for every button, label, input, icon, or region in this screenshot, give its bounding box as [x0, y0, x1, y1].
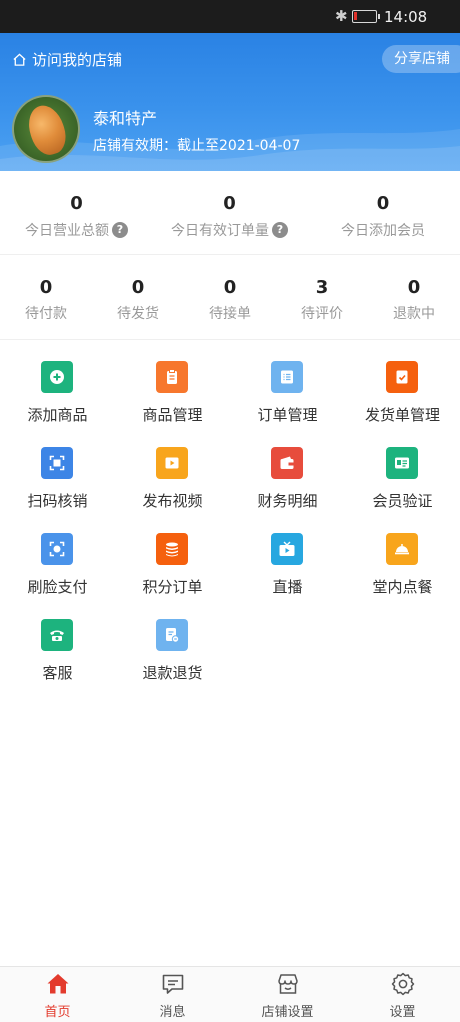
feature-customer-service[interactable]: 客服	[0, 613, 115, 693]
refund-doc-icon	[156, 619, 188, 651]
stat-value: 0	[70, 193, 83, 214]
stat-label: 待接单	[209, 306, 251, 322]
tab-home[interactable]: 首页	[0, 967, 115, 1022]
stat-label: 待付款	[25, 306, 67, 322]
stat-pending-payment[interactable]: 0 待付款	[0, 255, 92, 323]
feature-order-management[interactable]: 订单管理	[230, 355, 345, 435]
feature-label: 财务明细	[257, 492, 318, 510]
plus-circle-icon	[41, 361, 73, 393]
stat-label: 退款中	[393, 306, 435, 322]
feature-label: 堂内点餐	[372, 578, 433, 596]
coin-stack-icon	[156, 533, 188, 565]
tab-messages[interactable]: 消息	[115, 967, 230, 1022]
tab-label: 首页	[44, 1005, 71, 1020]
shop-avatar[interactable]	[12, 95, 80, 163]
list-icon	[271, 361, 303, 393]
stat-value: 0	[376, 193, 390, 214]
stat-today-revenue[interactable]: 0 今日营业总额?	[0, 171, 153, 240]
feature-label: 退款退货	[142, 664, 203, 682]
feature-label: 刷脸支付	[27, 578, 88, 596]
visit-shop-label: 访问我的店铺	[32, 51, 123, 69]
feature-label: 商品管理	[142, 406, 203, 424]
feature-label: 会员验证	[372, 492, 433, 510]
feature-label: 扫码核销	[27, 492, 88, 510]
stat-label: 今日添加会员	[341, 223, 425, 239]
feature-product-management[interactable]: 商品管理	[115, 355, 230, 435]
feature-label: 添加商品	[27, 406, 88, 424]
stat-pending-shipment[interactable]: 0 待发货	[92, 255, 184, 323]
stat-value: 0	[39, 277, 53, 298]
feature-dine-in-order[interactable]: 堂内点餐	[345, 527, 460, 607]
stat-value: 0	[223, 193, 236, 214]
help-icon[interactable]: ?	[272, 222, 288, 238]
feature-live-stream[interactable]: 直播	[230, 527, 345, 607]
feature-shipping-management[interactable]: 发货单管理	[345, 355, 460, 435]
stat-label: 今日营业总额	[25, 223, 109, 239]
stat-value: 0	[131, 277, 145, 298]
tab-settings[interactable]: 设置	[345, 967, 460, 1022]
status-time: 14:08	[384, 8, 428, 26]
tv-icon	[271, 533, 303, 565]
stat-pending-review[interactable]: 3 待评价	[276, 255, 368, 323]
order-stats: 0 待付款 0 待发货 0 待接单 3 待评价 0 退款中	[0, 255, 460, 340]
feature-label: 直播	[272, 578, 303, 596]
stat-refunding[interactable]: 0 退款中	[368, 255, 460, 323]
shop-name: 泰和特产	[93, 109, 158, 128]
gear-icon	[391, 972, 415, 996]
feature-member-verify[interactable]: 会员验证	[345, 441, 460, 521]
feature-refund-return[interactable]: 退款退货	[115, 613, 230, 693]
message-icon	[162, 974, 184, 994]
feature-face-pay[interactable]: 刷脸支付	[0, 527, 115, 607]
help-icon[interactable]: ?	[112, 222, 128, 238]
face-scan-icon	[41, 533, 73, 565]
battery-icon	[352, 10, 380, 23]
feature-label: 发布视频	[142, 492, 203, 510]
bottom-tab-bar: 首页 消息 店铺设置 设置	[0, 966, 460, 1022]
stat-today-orders[interactable]: 0 今日有效订单量?	[153, 171, 306, 240]
home-outline-icon	[13, 53, 26, 66]
feature-label: 客服	[42, 664, 73, 682]
home-icon	[47, 974, 69, 994]
tab-label: 消息	[159, 1005, 186, 1020]
tab-label: 设置	[389, 1005, 416, 1020]
stat-label: 今日有效订单量	[171, 223, 269, 239]
today-stats: 0 今日营业总额? 0 今日有效订单量? 0 今日添加会员	[0, 171, 460, 255]
tab-store-settings[interactable]: 店铺设置	[230, 967, 345, 1022]
dish-icon	[386, 533, 418, 565]
store-icon	[278, 974, 298, 994]
clipboard-icon	[156, 361, 188, 393]
stat-value: 0	[223, 277, 237, 298]
feature-label: 发货单管理	[364, 406, 440, 424]
shop-header: 访问我的店铺 分享店铺 泰和特产 店铺有效期：截止至2021-04-07	[0, 33, 460, 171]
check-doc-icon	[386, 361, 418, 393]
video-icon	[156, 447, 188, 479]
feature-scan-verify[interactable]: 扫码核销	[0, 441, 115, 521]
stat-pending-accept[interactable]: 0 待接单	[184, 255, 276, 323]
feature-points-orders[interactable]: 积分订单	[115, 527, 230, 607]
tab-label: 店铺设置	[261, 1005, 314, 1020]
feature-label: 积分订单	[142, 578, 203, 596]
status-bar: ✱ 14:08	[0, 0, 460, 33]
id-card-icon	[386, 447, 418, 479]
visit-shop-link[interactable]: 访问我的店铺	[12, 49, 122, 70]
feature-label: 订单管理	[257, 406, 318, 424]
shop-validity: 店铺有效期：截止至2021-04-07	[93, 138, 301, 154]
feature-add-product[interactable]: 添加商品	[0, 355, 115, 435]
feature-publish-video[interactable]: 发布视频	[115, 441, 230, 521]
share-shop-button[interactable]: 分享店铺	[382, 45, 460, 73]
stat-value: 0	[407, 277, 421, 298]
feature-finance-details[interactable]: 财务明细	[230, 441, 345, 521]
stat-label: 待发货	[117, 306, 159, 322]
bluetooth-icon: ✱	[335, 7, 348, 25]
stat-label: 待评价	[301, 306, 343, 322]
stat-today-members[interactable]: 0 今日添加会员	[306, 171, 460, 240]
scan-icon	[41, 447, 73, 479]
stat-value: 3	[315, 277, 329, 298]
phone-icon	[41, 619, 73, 651]
wallet-icon	[271, 447, 303, 479]
